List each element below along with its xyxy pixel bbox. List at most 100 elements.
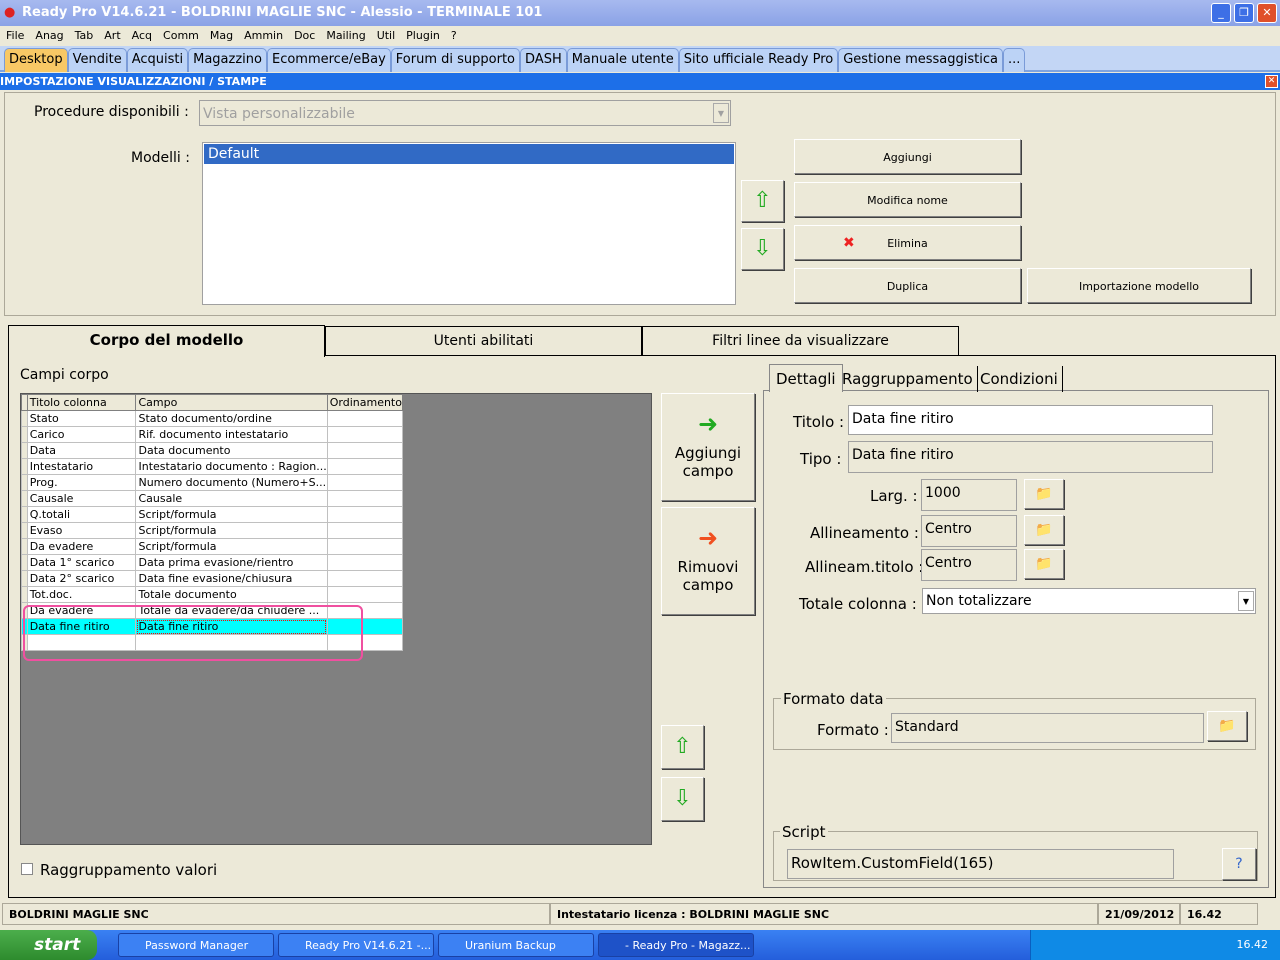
start-button[interactable]: start — [0, 930, 97, 960]
move-field-down-button[interactable]: ⇩ — [661, 777, 704, 821]
module-tab-2[interactable]: Acquisti — [126, 48, 189, 72]
module-tab-4[interactable]: Ecommerce/eBay — [266, 48, 391, 72]
tab-utenti[interactable]: Utenti abilitati — [325, 326, 642, 355]
grid-cell[interactable] — [26, 634, 137, 651]
grid-cell[interactable] — [326, 506, 404, 523]
script-field[interactable]: RowItem.CustomField(165) — [787, 849, 1174, 879]
module-tab-5[interactable]: Forum di supporto — [390, 48, 521, 72]
grid-cell[interactable]: Script/formula — [135, 506, 328, 523]
grid-cell[interactable]: Evaso — [26, 522, 137, 539]
menu-6[interactable]: Mag — [210, 29, 233, 42]
task-uranium-backup[interactable]: Uranium Backup — [438, 933, 594, 957]
move-field-up-button[interactable]: ⇧ — [661, 725, 704, 769]
menu-11[interactable]: Plugin — [406, 29, 440, 42]
table-row[interactable]: Q.totali Script/formula — [21, 506, 404, 523]
allineam-titolo-folder-button[interactable]: 📁 — [1024, 549, 1064, 579]
grid-cell[interactable]: Prog. — [26, 474, 137, 491]
column-header[interactable]: Campo — [135, 394, 328, 411]
chevron-down-icon[interactable]: ▼ — [713, 103, 729, 123]
module-tab-6[interactable]: DASH — [520, 48, 567, 72]
module-tab-3[interactable]: Magazzino — [188, 48, 267, 72]
tab-raggruppamento[interactable]: Raggruppamento — [838, 366, 978, 392]
grid-cell[interactable]: Data prima evasione/rientro — [135, 554, 328, 571]
grid-cell[interactable] — [135, 634, 328, 651]
larg-folder-button[interactable]: 📁 — [1024, 479, 1064, 509]
table-row[interactable] — [21, 634, 404, 651]
module-tab-1[interactable]: Vendite — [67, 48, 127, 72]
add-model-button[interactable]: Aggiungi — [794, 139, 1021, 174]
module-tab-8[interactable]: Sito ufficiale Ready Pro — [678, 48, 839, 72]
allineamento-field[interactable]: Centro — [921, 515, 1017, 547]
grid-cell[interactable]: Da evadere — [26, 602, 137, 619]
grid-cell[interactable] — [326, 474, 404, 491]
menu-8[interactable]: Doc — [294, 29, 315, 42]
module-tab-9[interactable]: Gestione messaggistica — [838, 48, 1003, 72]
remove-field-button[interactable]: ➜ Rimuovi campo — [661, 507, 755, 615]
menu-3[interactable]: Art — [104, 29, 120, 42]
column-header[interactable]: Titolo colonna — [26, 394, 137, 411]
tab-filtri[interactable]: Filtri linee da visualizzare — [642, 326, 959, 355]
table-row[interactable]: Tot.doc. Totale documento — [21, 586, 404, 603]
grid-cell[interactable]: Numero documento (Numero+S... — [135, 474, 328, 491]
grid-cell[interactable]: Causale — [26, 490, 137, 507]
move-model-down-button[interactable]: ⇩ — [741, 228, 784, 270]
table-row[interactable]: Da evadere Totale da evadere/da chiudere … — [21, 602, 404, 619]
table-row[interactable]: Evaso Script/formula — [21, 522, 404, 539]
table-row[interactable]: Da evadere Script/formula — [21, 538, 404, 555]
grid-cell[interactable] — [326, 618, 404, 635]
task-ready-pro[interactable]: Ready Pro V14.6.21 -... — [278, 933, 434, 957]
table-row[interactable]: Intestatario Intestatario documento : Rag… — [21, 458, 404, 475]
table-row[interactable]: Stato Stato documento/ordine — [21, 410, 404, 427]
menu-7[interactable]: Ammin — [244, 29, 283, 42]
help-icon[interactable]: ? — [1222, 848, 1256, 880]
chevron-down-icon[interactable]: ▼ — [1238, 591, 1254, 611]
move-model-up-button[interactable]: ⇧ — [741, 180, 784, 222]
grid-cell[interactable]: Totale da evadere/da chiudere ... — [135, 602, 328, 619]
grid-cell[interactable]: Stato — [26, 410, 137, 427]
list-item[interactable]: Default — [204, 144, 734, 164]
module-tab-10[interactable]: ... — [1002, 48, 1026, 72]
duplicate-model-button[interactable]: Duplica — [794, 268, 1021, 303]
add-field-button[interactable]: ➜ Aggiungi campo — [661, 393, 755, 501]
grid-cell[interactable]: Data 2° scarico — [26, 570, 137, 587]
grid-cell[interactable] — [326, 490, 404, 507]
table-row[interactable]: Data 2° scarico Data fine evasione/chiusu… — [21, 570, 404, 587]
formato-folder-button[interactable]: 📁 — [1207, 711, 1247, 741]
minimize-button[interactable]: _ — [1211, 3, 1231, 23]
grid-cell[interactable]: Data — [26, 442, 137, 459]
tab-condizioni[interactable]: Condizioni — [976, 366, 1063, 392]
allineam-titolo-field[interactable]: Centro — [921, 549, 1017, 581]
close-button[interactable]: ✕ — [1257, 3, 1277, 23]
task-firefox[interactable]: - Ready Pro - Magazz... — [598, 933, 754, 957]
larg-field[interactable]: 1000 — [921, 479, 1017, 511]
table-row[interactable]: Prog. Numero documento (Numero+S... — [21, 474, 404, 491]
grid-cell[interactable] — [326, 586, 404, 603]
grid-cell[interactable] — [326, 538, 404, 555]
module-tab-7[interactable]: Manuale utente — [566, 48, 679, 72]
grid-cell[interactable] — [326, 458, 404, 475]
grid-cell[interactable] — [326, 570, 404, 587]
menu-2[interactable]: Tab — [75, 29, 94, 42]
grid-cell[interactable]: Q.totali — [26, 506, 137, 523]
grid-cell[interactable]: Data documento — [135, 442, 328, 459]
grid-cell[interactable]: Causale — [135, 490, 328, 507]
totale-select[interactable]: Non totalizzare ▼ — [922, 588, 1256, 614]
grid-cell[interactable]: Stato documento/ordine — [135, 410, 328, 427]
table-row[interactable]: Data Data documento — [21, 442, 404, 459]
grid-cell[interactable]: Data 1° scarico — [26, 554, 137, 571]
grid-cell[interactable]: Script/formula — [135, 522, 328, 539]
grid-cell[interactable]: Data fine evasione/chiusura — [135, 570, 328, 587]
table-row[interactable]: Data fine ritiro Data fine ritiro — [21, 618, 404, 635]
menu-4[interactable]: Acq — [132, 29, 152, 42]
close-panel-icon[interactable]: ✕ — [1265, 75, 1278, 88]
allineamento-folder-button[interactable]: 📁 — [1024, 515, 1064, 545]
grid-cell[interactable]: Tot.doc. — [26, 586, 137, 603]
rename-model-button[interactable]: Modifica nome — [794, 182, 1021, 217]
menu-9[interactable]: Mailing — [326, 29, 365, 42]
grid-cell[interactable] — [326, 410, 404, 427]
grid-cell[interactable]: Intestatario — [26, 458, 137, 475]
fields-grid[interactable]: Titolo colonna Campo Ordinamento Stato Stato… — [21, 394, 404, 651]
grid-cell[interactable]: Rif. documento intestatario — [135, 426, 328, 443]
column-header[interactable]: Ordinamento — [326, 394, 404, 411]
module-tab-0[interactable]: Desktop — [4, 48, 68, 72]
